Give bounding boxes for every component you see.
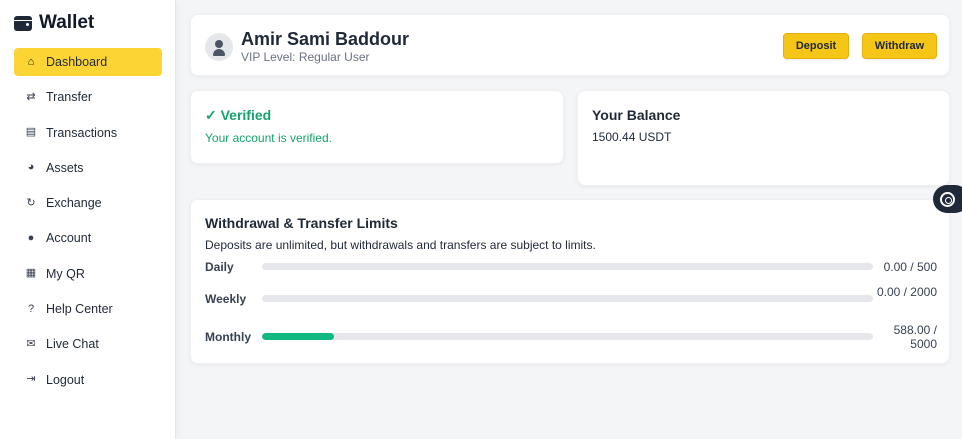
profile-card: Amir Sami Baddour VIP Level: Regular Use…: [190, 14, 950, 76]
sidebar-item-label: Account: [46, 231, 92, 246]
withdraw-button[interactable]: Withdraw: [862, 33, 937, 59]
brand: Wallet: [14, 12, 94, 34]
deposit-button[interactable]: Deposit: [783, 33, 849, 59]
sidebar-item-label: Assets: [46, 160, 84, 175]
sidebar-item-account[interactable]: ● Account: [14, 224, 162, 252]
user-icon-body: [213, 49, 225, 56]
limit-progress-track: [262, 333, 873, 340]
sidebar-item-label: Exchange: [46, 196, 102, 211]
sidebar-item-dashboard[interactable]: ⌂ Dashboard: [14, 48, 162, 76]
limits-description: Deposits are unlimited, but withdrawals …: [205, 238, 596, 252]
sidebar-item-label: Transfer: [46, 90, 93, 105]
chat-bubbles-icon: ✉: [26, 337, 36, 350]
sidebar-item-label: My QR: [46, 266, 85, 281]
limit-label: Weekly: [205, 292, 247, 306]
sidebar-item-label: Transactions: [46, 125, 118, 140]
limit-label: Monthly: [205, 330, 251, 344]
swap-arrows-icon: ⇄: [26, 90, 36, 103]
sidebar-item-label: Logout: [46, 372, 85, 387]
user-name: Amir Sami Baddour: [241, 29, 410, 49]
sidebar-item-transactions[interactable]: ▤ Transactions: [14, 119, 162, 147]
home-icon: ⌂: [27, 55, 35, 68]
sidebar-item-label: Live Chat: [46, 337, 99, 352]
verified-text: Your account is verified.: [205, 131, 332, 145]
limits-card: Withdrawal & Transfer Limits Deposits ar…: [190, 199, 950, 364]
sidebar-item-live-chat[interactable]: ✉ Live Chat: [14, 330, 162, 358]
sidebar-item-my-qr[interactable]: ▦ My QR: [14, 260, 162, 288]
limits-title: Withdrawal & Transfer Limits: [205, 215, 398, 231]
limit-row-daily: Daily 0.00 / 500: [205, 260, 937, 276]
qr-code-icon: ▦: [25, 267, 37, 280]
limit-value: 588.00 / 5000: [893, 323, 937, 351]
limit-value: 0.00 / 2000: [876, 285, 937, 299]
avatar: [205, 33, 233, 61]
pie-chart-icon: ◕: [27, 161, 35, 174]
sidebar-item-label: Dashboard: [46, 55, 108, 69]
receipt-icon: ▤: [25, 126, 37, 139]
verification-card: ✓ Verified Your account is verified.: [190, 90, 564, 164]
balance-title: Your Balance: [592, 107, 681, 123]
limit-row-monthly: Monthly 588.00 / 5000: [205, 323, 937, 351]
limit-progress-track: [262, 295, 873, 302]
floating-assistant-button[interactable]: [933, 185, 962, 213]
sidebar-item-transfer[interactable]: ⇄ Transfer: [14, 83, 162, 111]
question-circle-icon: ?: [27, 302, 35, 315]
wallet-icon: [14, 15, 32, 31]
app-title: Wallet: [39, 12, 95, 33]
balance-value: 1500.44 USDT: [592, 130, 672, 144]
limit-value: 0.00 / 500: [883, 260, 937, 274]
limit-label: Daily: [205, 260, 234, 274]
limit-progress-track: [262, 263, 873, 270]
logout-icon: ⇥: [26, 373, 36, 386]
limit-progress-fill: [262, 333, 334, 340]
sidebar-item-exchange[interactable]: ↻ Exchange: [14, 189, 162, 217]
sidebar-item-assets[interactable]: ◕ Assets: [14, 154, 162, 182]
vip-level: VIP Level: Regular User: [241, 50, 370, 64]
balance-card: Your Balance 1500.44 USDT: [577, 90, 950, 186]
sidebar: Wallet ⌂ Dashboard ⇄ Transfer ▤ Transactions ◕…: [0, 0, 176, 439]
sidebar-item-help-center[interactable]: ? Help Center: [14, 295, 162, 323]
limit-row-weekly: Weekly 0.00 / 2000: [205, 285, 937, 313]
sidebar-item-logout[interactable]: ⇥ Logout: [14, 366, 162, 394]
user-icon: [215, 40, 223, 48]
user-icon: ●: [27, 231, 35, 244]
refresh-icon: ↻: [26, 196, 36, 209]
sidebar-nav: ⌂ Dashboard ⇄ Transfer ▤ Transactions ◕ Assets ↻…: [14, 48, 162, 401]
sidebar-item-label: Help Center: [46, 302, 113, 317]
target-icon: [940, 191, 955, 207]
verified-title: ✓ Verified: [205, 107, 272, 123]
